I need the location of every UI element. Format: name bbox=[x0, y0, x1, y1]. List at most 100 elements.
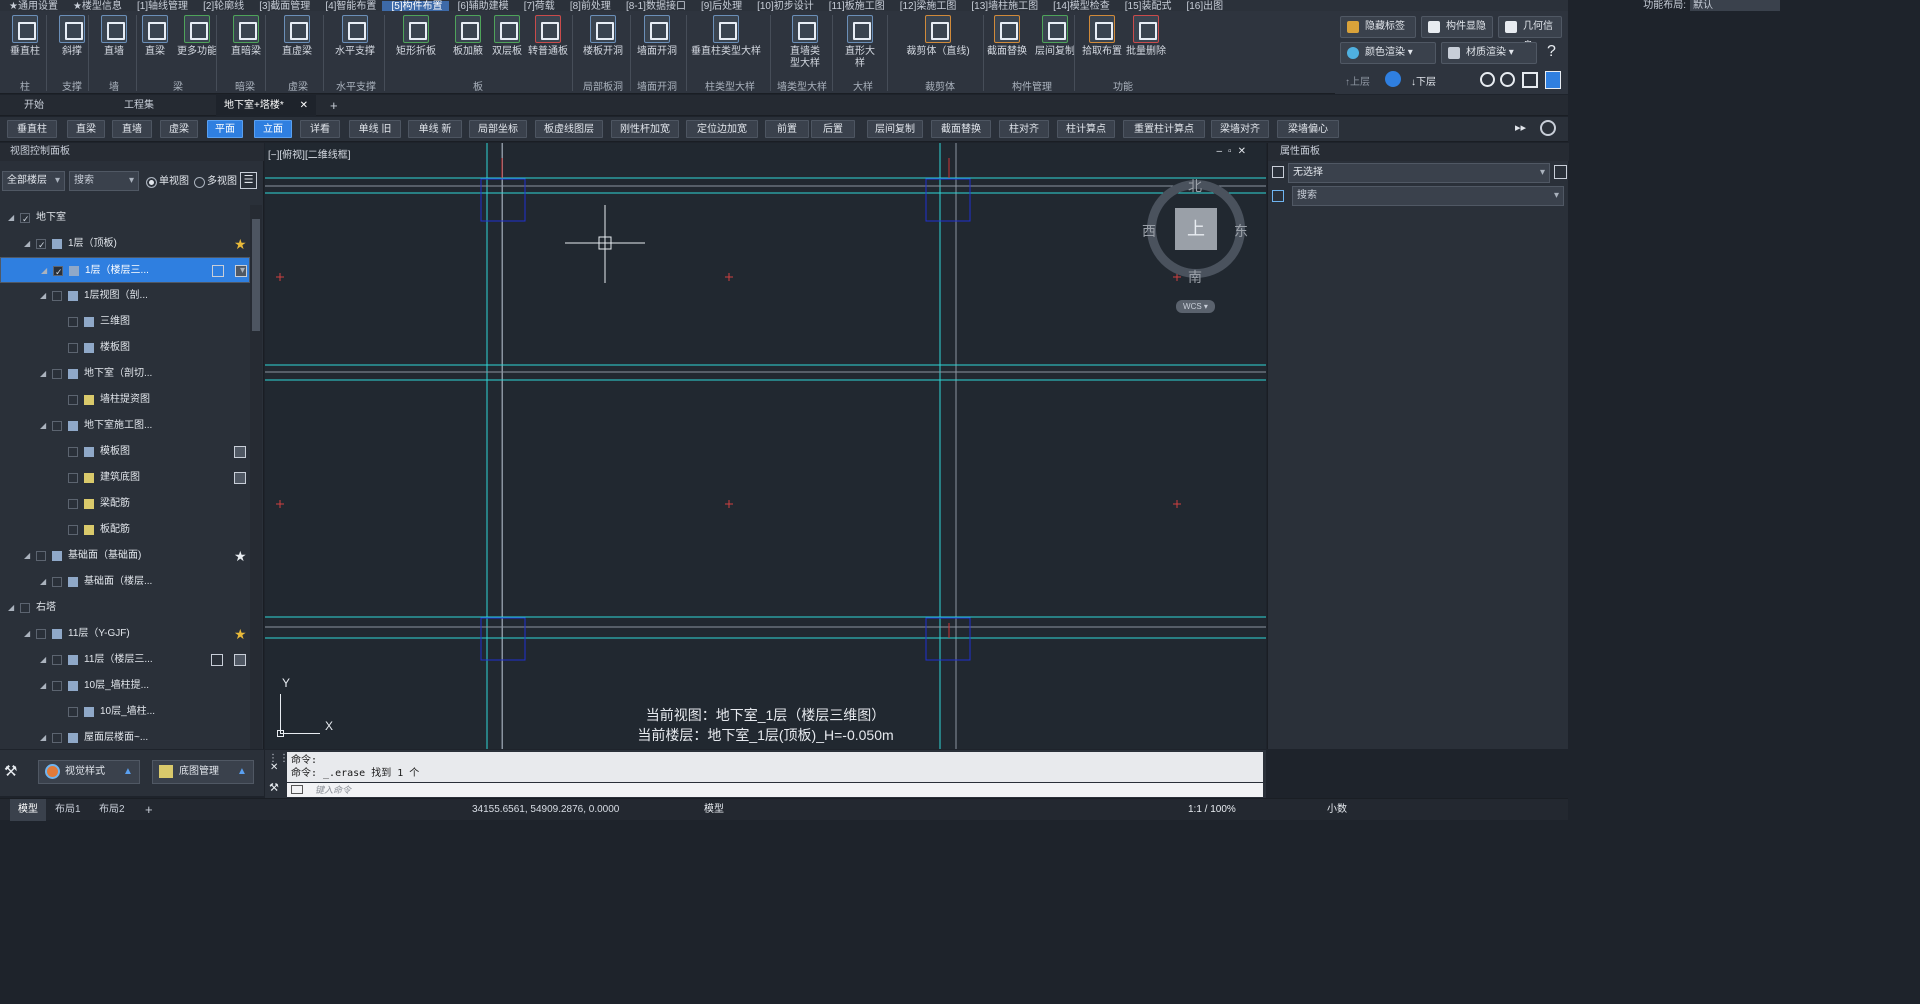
ribbon-button[interactable]: 直墙类型大样 bbox=[787, 15, 823, 70]
toolbar-overflow-icon[interactable]: ▸▸ bbox=[1515, 121, 1526, 134]
toolbar-button[interactable]: 虚梁 bbox=[160, 120, 198, 138]
wrench-icon[interactable]: ⚒ bbox=[269, 781, 279, 794]
tree-checkbox[interactable] bbox=[36, 551, 46, 561]
tree-item[interactable]: 模板图 bbox=[0, 439, 250, 465]
tree-item[interactable]: ◢ 10层_墙柱提... bbox=[0, 673, 250, 699]
menu-item[interactable]: [15]装配式 bbox=[1116, 1, 1178, 11]
ribbon-button[interactable]: 板加腋 bbox=[450, 15, 486, 58]
ribbon-button[interactable]: 矩形折板 bbox=[391, 15, 441, 58]
tree-expander-icon[interactable]: ◢ bbox=[24, 543, 34, 569]
tree-item[interactable]: ◢ 右塔 bbox=[0, 595, 250, 621]
quick-select-icon[interactable] bbox=[1554, 165, 1567, 179]
ribbon-button[interactable]: 截面替换 bbox=[985, 15, 1029, 58]
tree-checkbox[interactable] bbox=[20, 206, 30, 232]
property-search-input[interactable]: 搜索 bbox=[1292, 186, 1564, 206]
ribbon-button[interactable]: 拾取布置 bbox=[1080, 15, 1124, 58]
view-mode-label[interactable]: [−][俯视][二维线框] bbox=[268, 146, 351, 161]
menu-item[interactable]: [14]模型检查 bbox=[1044, 1, 1116, 11]
tree-expander-icon[interactable]: ◢ bbox=[41, 258, 51, 284]
annotation-scale[interactable]: 1:1 / 100% bbox=[1188, 799, 1236, 821]
add-layout-button[interactable]: + bbox=[137, 799, 161, 821]
compass-east[interactable]: 东 bbox=[1234, 221, 1248, 241]
tree-expander-icon[interactable]: ◢ bbox=[8, 595, 18, 621]
toolbar-button[interactable]: 直梁 bbox=[67, 120, 105, 138]
ribbon-button[interactable]: 直梁 bbox=[140, 15, 170, 58]
base-map-button[interactable]: 底图管理 ▲ bbox=[152, 760, 254, 784]
tree-item[interactable]: 三维图 bbox=[0, 309, 250, 335]
tree-item[interactable]: ◢ 地下室（剖切... bbox=[0, 361, 250, 387]
toolbar-button[interactable]: 刚性杆加宽 bbox=[611, 120, 679, 138]
tree-checkbox[interactable] bbox=[68, 499, 78, 509]
tree-scrollbar-thumb[interactable] bbox=[252, 219, 260, 331]
tab-basement-tower[interactable]: 地下室+塔楼* ✕ bbox=[216, 95, 316, 116]
command-prompt-icon[interactable] bbox=[291, 785, 303, 794]
tree-item[interactable]: ◢ 1层（顶板) ★ bbox=[0, 231, 250, 258]
toolbar-button[interactable]: 立面 bbox=[254, 120, 292, 138]
toolbar-button[interactable]: 直墙 bbox=[112, 120, 152, 138]
menu-item[interactable]: ★楼型信息 bbox=[64, 1, 128, 11]
tree-expander-icon[interactable]: ◢ bbox=[40, 569, 50, 595]
tab-layout-2[interactable]: 布局2 bbox=[91, 799, 133, 821]
close-command-icon[interactable]: ✕ bbox=[270, 762, 278, 773]
menu-item[interactable]: [1]轴线管理 bbox=[128, 1, 194, 11]
zoom-out-icon[interactable] bbox=[1500, 72, 1515, 87]
settings-gear-icon[interactable] bbox=[1385, 71, 1401, 87]
wcs-dropdown[interactable]: WCS ▾ bbox=[1176, 300, 1215, 313]
help-icon[interactable]: ? bbox=[1547, 43, 1565, 63]
menu-item[interactable]: [12]梁施工图 bbox=[891, 1, 963, 11]
ribbon-button[interactable]: 批量删除 bbox=[1124, 15, 1168, 58]
plan-drawing[interactable] bbox=[265, 143, 1266, 749]
tree-expander-icon[interactable]: ◢ bbox=[40, 413, 50, 439]
toolbar-button[interactable]: 柱对齐 bbox=[999, 120, 1049, 138]
viewport-window-controls[interactable]: –▫✕ bbox=[1217, 146, 1253, 157]
tree-checkbox[interactable] bbox=[52, 655, 62, 665]
menu-item[interactable]: ★通用设置 bbox=[0, 1, 64, 11]
tree-expander-icon[interactable]: ◢ bbox=[40, 283, 50, 309]
save-icon[interactable] bbox=[234, 446, 246, 458]
menu-item[interactable]: [13]墙柱施工图 bbox=[962, 1, 1044, 11]
toolbar-button[interactable]: 平面 bbox=[207, 120, 243, 138]
toolbar-button[interactable]: 单线 新 bbox=[408, 120, 462, 138]
toolbar-button[interactable]: 垂直柱 bbox=[7, 120, 57, 138]
view-style-button[interactable]: 视觉样式 ▲ bbox=[38, 760, 140, 784]
tree-item[interactable]: ◢ 地下室 bbox=[0, 205, 250, 232]
tree-item[interactable]: ◢ 11层（Y-GJF) ★ bbox=[0, 621, 250, 647]
tree-expander-icon[interactable]: ◢ bbox=[40, 647, 50, 673]
color-render-dropdown[interactable]: 颜色渲染 ▾ bbox=[1340, 42, 1436, 64]
tab-project-set[interactable]: 工程集 bbox=[116, 95, 162, 116]
add-tab-button[interactable]: + bbox=[322, 95, 346, 116]
geometry-info-button[interactable]: 几何信息 bbox=[1498, 16, 1562, 52]
multi-view-radio[interactable]: 多视图 bbox=[194, 176, 237, 188]
panel-menu-icon[interactable]: ☰ bbox=[240, 172, 257, 189]
tree-checkbox[interactable] bbox=[36, 232, 46, 258]
column-outline[interactable] bbox=[925, 178, 971, 222]
filter-icon[interactable] bbox=[1272, 166, 1284, 178]
tree-checkbox[interactable] bbox=[52, 291, 62, 301]
tab-layout-1[interactable]: 布局1 bbox=[47, 799, 89, 821]
hide-tag-button[interactable]: 隐藏标签 bbox=[1340, 16, 1416, 38]
tree-item[interactable]: ◢ 屋面层楼面~... bbox=[0, 725, 250, 749]
menu-item[interactable]: [5]构件布置 bbox=[382, 1, 449, 11]
tree-checkbox[interactable] bbox=[36, 629, 46, 639]
tools-icon[interactable]: ⚒ bbox=[4, 762, 26, 782]
ribbon-button[interactable]: 层间复制 bbox=[1032, 15, 1078, 58]
pin-icon[interactable]: ▲ bbox=[237, 761, 247, 783]
tree-item[interactable]: 梁配筋 bbox=[0, 491, 250, 517]
tree-checkbox[interactable] bbox=[68, 473, 78, 483]
ribbon-button[interactable]: 直暗梁 bbox=[228, 15, 264, 58]
toolbar-button[interactable]: 板虚线图层 bbox=[535, 120, 603, 138]
tree-checkbox[interactable] bbox=[68, 395, 78, 405]
menu-item[interactable]: [11]板施工图 bbox=[820, 1, 891, 11]
toolbar-button[interactable]: 前置 bbox=[765, 120, 809, 138]
menu-item[interactable]: [10]初步设计 bbox=[748, 1, 820, 11]
selection-select[interactable]: 无选择 bbox=[1288, 163, 1550, 183]
panel-icon[interactable] bbox=[1545, 71, 1561, 89]
toolbar-button[interactable]: 截面替换 bbox=[931, 120, 991, 138]
single-view-radio[interactable]: 单视图 bbox=[146, 176, 189, 188]
tree-item[interactable]: ◢ 1层视图（剖... bbox=[0, 283, 250, 309]
units-select[interactable]: 小数 bbox=[1327, 799, 1347, 821]
menu-item[interactable]: [9]后处理 bbox=[692, 1, 748, 11]
menu-item[interactable]: [8]前处理 bbox=[561, 1, 617, 11]
floor-up-button[interactable]: ↑上层 bbox=[1345, 73, 1370, 88]
ribbon-button[interactable]: 转普通板 bbox=[526, 15, 570, 58]
